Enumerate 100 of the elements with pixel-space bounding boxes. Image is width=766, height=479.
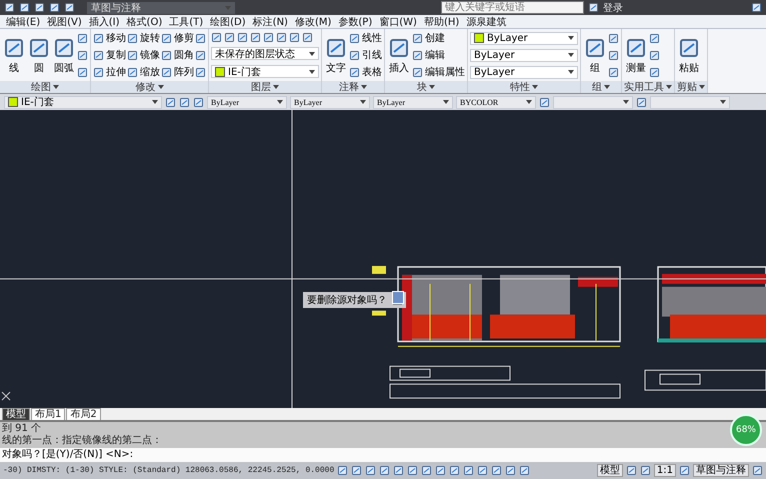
menu-item[interactable]: 修改(M) [294, 14, 332, 28]
tool-button[interactable]: 粘贴 [677, 37, 701, 75]
menu-item[interactable]: 绘图(D) [210, 14, 246, 28]
toolbar-icon[interactable] [193, 96, 204, 108]
tool-icon[interactable] [77, 32, 88, 44]
shape-icon[interactable] [161, 50, 172, 60]
shape-icon[interactable] [93, 50, 104, 60]
shape-icon[interactable] [412, 32, 423, 44]
layout-tab[interactable]: 模型 [2, 408, 30, 420]
shape-icon[interactable] [127, 50, 138, 60]
layout-tab[interactable]: 布局2 [66, 408, 101, 420]
toolbar-icon[interactable] [636, 96, 647, 108]
tool-icon[interactable] [649, 66, 660, 78]
tool-button[interactable]: 拉伸 [93, 65, 126, 79]
tool-button[interactable]: 表格 [349, 65, 382, 79]
tool-button[interactable]: 圆弧 [52, 37, 76, 75]
tool-button[interactable]: 移动 [93, 31, 126, 45]
panel-title[interactable]: 组 [581, 81, 621, 93]
toolbar-icon[interactable] [4, 2, 15, 13]
shape-icon[interactable] [3, 37, 25, 59]
toolbar-icon[interactable] [34, 2, 45, 13]
shape-icon[interactable] [349, 50, 360, 60]
dropdown-field[interactable]: BYCOLOR [456, 96, 536, 108]
shape-icon[interactable] [388, 37, 410, 59]
tool-button[interactable]: 线性 [349, 31, 382, 45]
layout-tab[interactable]: 布局1 [31, 408, 66, 420]
dropdown-field[interactable] [553, 96, 633, 108]
menu-item[interactable]: 窗口(W) [379, 14, 417, 28]
menu-item[interactable]: 插入(I) [88, 14, 120, 28]
workspace-dropdown[interactable]: 草图与注释 [87, 2, 235, 14]
menu-item[interactable]: 格式(O) [126, 14, 162, 28]
layer-tool-icon[interactable] [211, 32, 222, 43]
dropdown-field[interactable]: ByLayer [470, 48, 578, 62]
tool-button[interactable]: 测量 [624, 37, 648, 75]
annotation-scale-button[interactable]: 1:1 [654, 464, 676, 477]
tool-icon[interactable] [649, 32, 660, 44]
model-button[interactable]: 模型 [596, 464, 623, 477]
layer-tool-icon[interactable] [237, 32, 248, 43]
tool-icon[interactable] [608, 66, 619, 78]
shape-icon[interactable] [161, 32, 172, 44]
dropdown-field[interactable]: ByLayer [470, 32, 578, 44]
shape-icon[interactable] [349, 66, 360, 78]
shape-icon[interactable] [325, 37, 347, 59]
tool-icon[interactable] [195, 32, 206, 44]
panel-title[interactable]: 实用工具 [622, 81, 674, 93]
command-line-field[interactable]: 对象吗？[是(Y)/否(N)] <N>: [0, 448, 766, 462]
panel-title[interactable]: 注释 [322, 81, 384, 93]
panel-title[interactable]: 块 [385, 81, 467, 93]
tool-icon[interactable] [649, 50, 660, 60]
tool-icon[interactable] [195, 66, 206, 78]
tool-button[interactable]: 组 [583, 37, 607, 75]
tool-button[interactable]: 旋转 [127, 31, 160, 45]
shape-icon[interactable] [28, 37, 50, 59]
layer-tool-icon[interactable] [263, 32, 274, 43]
tool-button[interactable]: 复制 [93, 48, 126, 62]
menu-item[interactable]: 视图(V) [47, 14, 82, 28]
dropdown-field[interactable]: IE-门套 [4, 96, 162, 108]
shape-icon[interactable] [625, 37, 647, 59]
layer-tool-icon[interactable] [276, 32, 287, 43]
tool-button[interactable]: 修剪 [161, 31, 194, 45]
tool-button[interactable]: 创建 [412, 31, 445, 45]
toolbar-icon[interactable] [49, 2, 60, 13]
tool-button[interactable]: 阵列 [161, 65, 194, 79]
dropdown-field[interactable]: ByLayer [207, 96, 287, 108]
dropdown-field[interactable]: 未保存的图层状态 [211, 47, 319, 60]
tool-button[interactable]: 圆 [27, 37, 51, 75]
menu-item[interactable]: 源泉建筑 [466, 14, 506, 28]
tool-icon[interactable] [77, 66, 88, 78]
shape-icon[interactable] [53, 37, 75, 59]
workspace-switch-button[interactable]: 草图与注释 [693, 464, 749, 477]
tool-icon[interactable] [608, 50, 619, 60]
tool-button[interactable]: 镜像 [127, 48, 160, 62]
shape-icon[interactable] [93, 32, 104, 44]
toolbar-icon[interactable] [19, 2, 30, 13]
layer-tool-icon[interactable] [250, 32, 261, 43]
panel-title[interactable]: 绘图 [0, 81, 90, 93]
menu-item[interactable]: 标注(N) [252, 14, 288, 28]
tool-icon[interactable] [608, 32, 619, 44]
tool-button[interactable]: 线 [2, 37, 26, 75]
menu-item[interactable]: 编辑(E) [6, 14, 40, 28]
shape-icon[interactable] [161, 66, 172, 78]
tool-button[interactable]: 引线 [349, 48, 382, 62]
shape-icon[interactable] [678, 37, 700, 59]
panel-title[interactable]: 修改 [91, 81, 208, 93]
tool-button[interactable]: 编辑属性 [412, 65, 465, 79]
menu-item[interactable]: 参数(P) [338, 14, 372, 28]
dropdown-field[interactable] [650, 96, 730, 108]
shape-icon[interactable] [412, 50, 423, 60]
toolbar-icon[interactable] [165, 96, 176, 108]
dropdown-field[interactable]: ByLayer [470, 66, 578, 78]
tool-button[interactable]: 缩放 [127, 65, 160, 79]
toolbar-icon[interactable] [179, 96, 190, 108]
menu-item[interactable]: 帮助(H) [424, 14, 460, 28]
tool-icon[interactable] [77, 50, 88, 60]
tool-button[interactable]: 圆角 [161, 48, 194, 62]
tool-button[interactable]: 编辑 [412, 48, 445, 62]
menu-item[interactable]: 工具(T) [169, 14, 204, 28]
dropdown-field[interactable]: ByLayer [290, 96, 370, 108]
layer-tool-icon[interactable] [302, 32, 313, 43]
tool-icon[interactable] [195, 50, 206, 60]
